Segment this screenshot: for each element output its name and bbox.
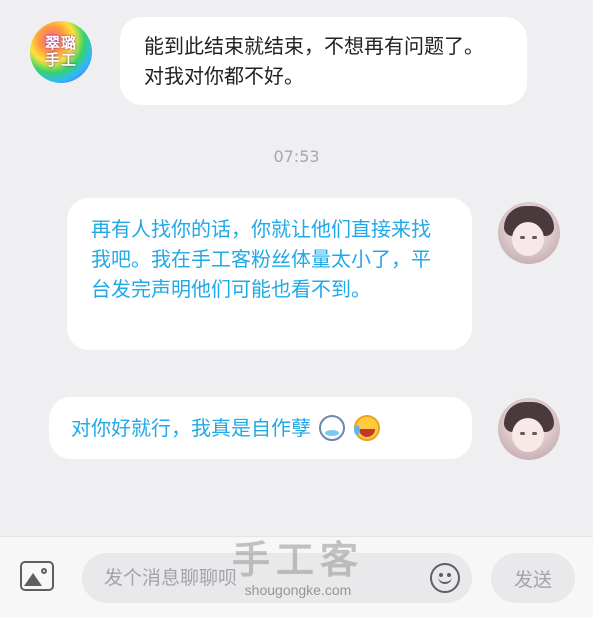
- incoming-message-bubble[interactable]: 能到此结束就结束，不想再有问题了。对我对你都不好。: [120, 17, 527, 105]
- contact-avatar[interactable]: 翠璐 手工: [30, 21, 92, 83]
- incoming-message-text: 能到此结束就结束，不想再有问题了。对我对你都不好。: [144, 34, 484, 88]
- avatar-logo-text: 翠璐: [44, 34, 77, 52]
- smiley-icon[interactable]: [430, 563, 460, 593]
- sad-face-emoji: [319, 415, 346, 441]
- image-icon[interactable]: [20, 561, 54, 591]
- outgoing-message-bubble[interactable]: 再有人找你的话，你就让他们直接来找我吧。我在手工客粉丝体量太小了，平台发完声明他…: [67, 198, 472, 350]
- outgoing-message-text: 再有人找你的话，你就让他们直接来找我吧。我在手工客粉丝体量太小了，平台发完声明他…: [91, 217, 431, 301]
- send-button[interactable]: 发送: [491, 553, 575, 603]
- outgoing-message-text: 对你好就行，我真是自作孽: [71, 416, 311, 440]
- message-input-bar: 发送: [0, 536, 593, 618]
- user-avatar[interactable]: [498, 398, 560, 460]
- crying-laughing-emoji: [353, 415, 380, 441]
- outgoing-message-bubble[interactable]: 对你好就行，我真是自作孽: [49, 397, 472, 459]
- message-input[interactable]: [82, 553, 472, 603]
- avatar-logo-text: 手工: [44, 51, 77, 69]
- chat-view: 翠璐 手工 能到此结束就结束，不想再有问题了。对我对你都不好。 07:53 再有…: [0, 0, 593, 536]
- message-timestamp: 07:53: [273, 147, 320, 166]
- user-avatar[interactable]: [498, 202, 560, 264]
